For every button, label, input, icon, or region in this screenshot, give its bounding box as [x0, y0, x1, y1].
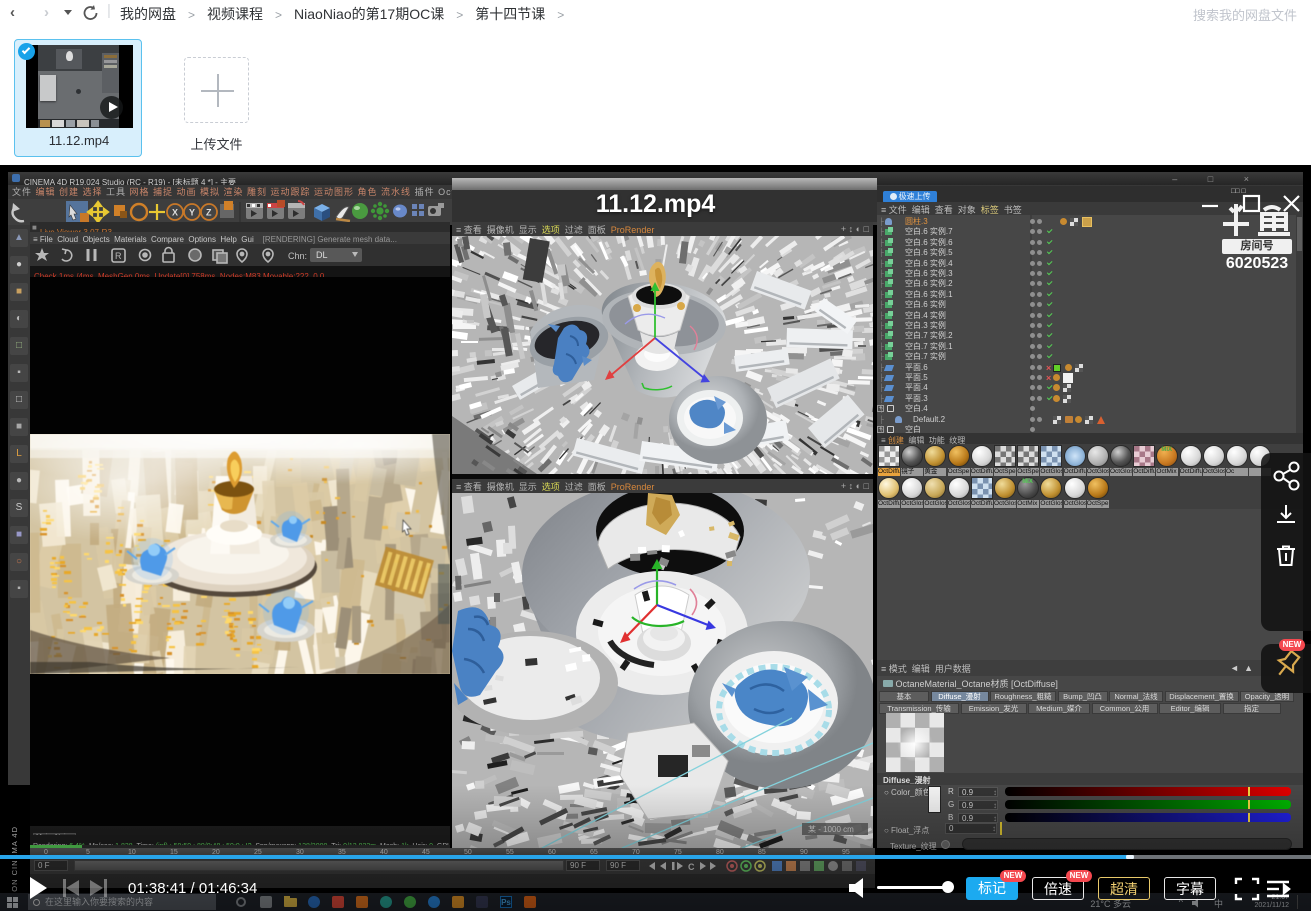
svg-text:R: R	[115, 251, 122, 261]
svg-text:Chn:: Chn:	[288, 251, 307, 261]
svg-text:DL: DL	[316, 250, 328, 260]
